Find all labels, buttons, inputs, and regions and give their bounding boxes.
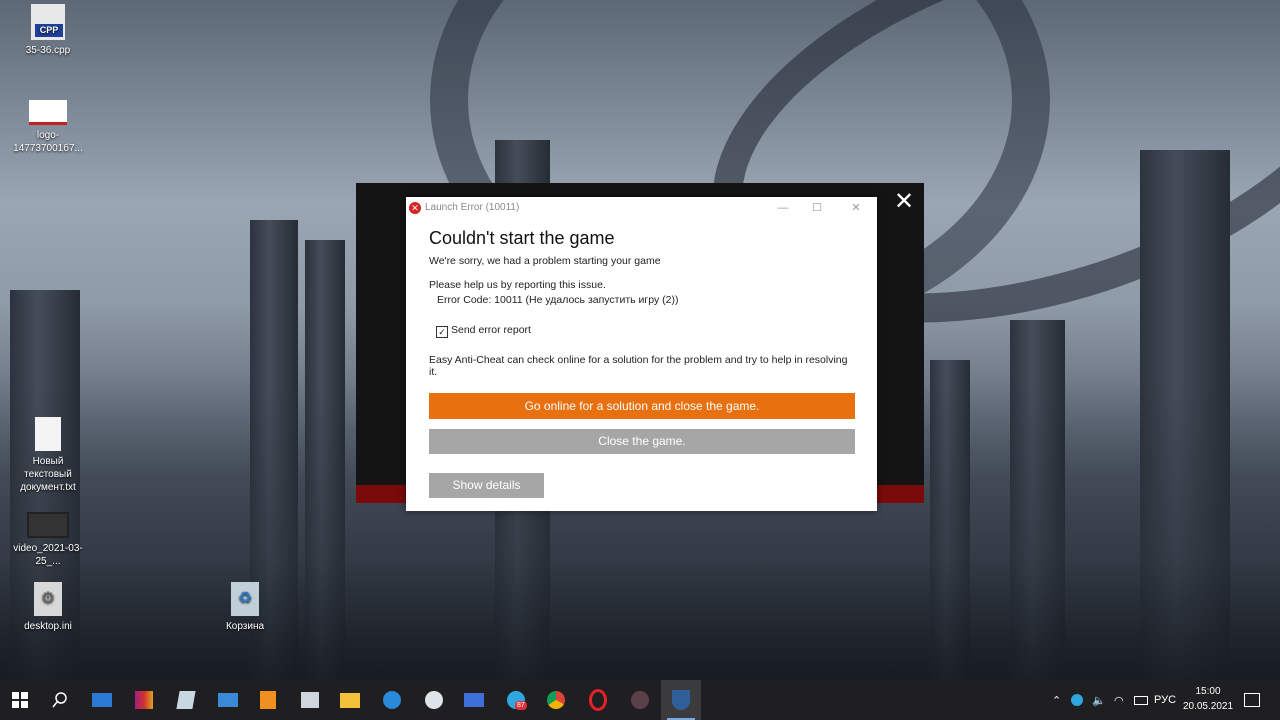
desktop-icon-label: video_2021-03-25_... xyxy=(13,543,83,567)
search-icon xyxy=(52,692,67,708)
taskbar-mail[interactable] xyxy=(82,680,122,720)
taskbar-telegram[interactable]: 87 xyxy=(496,680,536,720)
tray-battery[interactable] xyxy=(1134,680,1148,720)
winrar-icon xyxy=(135,691,153,709)
speaker-icon: 🔈 xyxy=(1092,694,1106,707)
folder-icon xyxy=(340,692,360,708)
show-details-button[interactable]: Show details xyxy=(429,473,544,498)
telegram-icon: 87 xyxy=(507,691,527,710)
app-icon xyxy=(631,691,649,709)
dialog-subtitle: We're sorry, we had a problem starting y… xyxy=(429,255,661,267)
image-file-icon xyxy=(29,100,67,125)
taskbar-display[interactable] xyxy=(454,680,494,720)
notification-icon xyxy=(1244,693,1260,707)
launcher-close-button[interactable]: ✕ xyxy=(893,190,915,214)
desktop-icon-label: 35-36.cpp xyxy=(25,45,71,56)
taskbar-app[interactable] xyxy=(620,680,660,720)
taskbar-folder[interactable] xyxy=(330,680,370,720)
windows-logo-icon xyxy=(12,692,28,708)
taskbar-steam[interactable] xyxy=(414,680,454,720)
taskbar-settings[interactable] xyxy=(372,680,412,720)
taskbar-eac[interactable] xyxy=(661,680,701,720)
taskbar-winrar[interactable] xyxy=(124,680,164,720)
launch-error-dialog: ✕ Launch Error (10011) — ☐ ✕ Couldn't st… xyxy=(406,197,877,511)
taskbar-notes[interactable] xyxy=(166,680,206,720)
sublime-icon xyxy=(260,691,276,709)
text-file-icon xyxy=(35,417,61,451)
taskbar: 87 ⌃ 🔈 ◠ РУС 15:00 20.05.2021 xyxy=(0,680,1280,720)
wifi-icon: ◠ xyxy=(1114,694,1124,707)
desktop-icon-video[interactable]: video_2021-03-25_... xyxy=(8,512,88,568)
desktop-icon-label: desktop.ini xyxy=(24,621,72,632)
telegram-badge: 87 xyxy=(515,701,527,710)
desktop-icon-recycle-bin[interactable]: ♻ Корзина xyxy=(205,582,285,633)
dialog-titlebar[interactable]: ✕ Launch Error (10011) — ☐ ✕ xyxy=(406,197,877,219)
settings-file-icon: ⚙ xyxy=(34,582,62,616)
desktop-icon-logo[interactable]: logo-147737001б7... xyxy=(8,100,88,155)
send-report-checkbox[interactable]: ✓ xyxy=(436,326,448,338)
tray-overflow-chevron[interactable]: ⌃ xyxy=(1052,680,1061,720)
send-report-row[interactable]: ✓ Send error report xyxy=(436,324,531,338)
send-report-label: Send error report xyxy=(451,324,531,336)
recycle-bin-icon: ♻ xyxy=(231,582,259,616)
action-center-button[interactable] xyxy=(1244,680,1260,720)
remote-desktop-icon xyxy=(218,693,238,707)
dialog-heading: Couldn't start the game xyxy=(429,228,615,248)
taskbar-remote-desktop[interactable] xyxy=(208,680,248,720)
clock-date: 20.05.2021 xyxy=(1182,701,1234,712)
telegram-tray-icon xyxy=(1071,694,1083,706)
tray-volume[interactable]: 🔈 xyxy=(1092,680,1106,720)
close-game-button[interactable]: Close the game. xyxy=(429,429,855,454)
error-icon: ✕ xyxy=(409,202,421,214)
desktop-icon-label: logo-147737001б7... xyxy=(13,130,83,154)
desktop-icon-text-document[interactable]: Новый текстовый документ.txt xyxy=(8,417,88,494)
desktop-icon-desktop-ini[interactable]: ⚙ desktop.ini xyxy=(8,582,88,633)
notes-icon xyxy=(176,691,196,709)
battery-icon xyxy=(1134,695,1148,705)
taskbar-chrome[interactable] xyxy=(536,680,576,720)
chevron-up-icon: ⌃ xyxy=(1052,694,1062,707)
explorer-icon xyxy=(301,692,319,708)
desktop-icon-label: Новый текстовый документ.txt xyxy=(20,456,76,493)
help-text: Please help us by reporting this issue. xyxy=(429,279,606,291)
eac-icon xyxy=(672,690,690,710)
eac-description: Easy Anti-Cheat can check online for a s… xyxy=(429,354,848,378)
dialog-title: Launch Error (10011) xyxy=(425,202,520,213)
taskbar-opera[interactable] xyxy=(578,680,618,720)
desktop-icon-label: Корзина xyxy=(225,621,265,632)
go-online-button[interactable]: Go online for a solution and close the g… xyxy=(429,393,855,419)
display-icon xyxy=(464,693,484,707)
cpp-badge: CPP xyxy=(35,24,63,37)
settings-icon xyxy=(383,691,401,709)
opera-icon xyxy=(589,689,607,711)
taskbar-sublime[interactable] xyxy=(248,680,288,720)
desktop-icon-cpp-file[interactable]: CPP 35-36.cpp xyxy=(8,4,88,57)
tray-telegram[interactable] xyxy=(1071,680,1083,720)
taskbar-clock[interactable]: 15:00 20.05.2021 xyxy=(1176,684,1240,714)
tray-wifi[interactable]: ◠ xyxy=(1114,680,1124,720)
clock-time: 15:00 xyxy=(1195,686,1221,697)
cpp-file-icon: CPP xyxy=(31,4,65,40)
chrome-icon xyxy=(547,691,565,709)
error-code: Error Code: 10011 (Не удалось запустить … xyxy=(437,294,679,306)
steam-icon xyxy=(425,691,443,709)
maximize-button[interactable]: ☐ xyxy=(806,199,828,217)
mail-icon xyxy=(92,693,112,707)
language-indicator[interactable]: РУС xyxy=(1154,680,1176,720)
minimize-button[interactable]: — xyxy=(772,199,794,217)
search-button[interactable] xyxy=(40,680,80,720)
close-button[interactable]: ✕ xyxy=(845,199,867,217)
taskbar-explorer[interactable] xyxy=(290,680,330,720)
video-file-icon xyxy=(27,512,69,538)
start-button[interactable] xyxy=(0,680,40,720)
